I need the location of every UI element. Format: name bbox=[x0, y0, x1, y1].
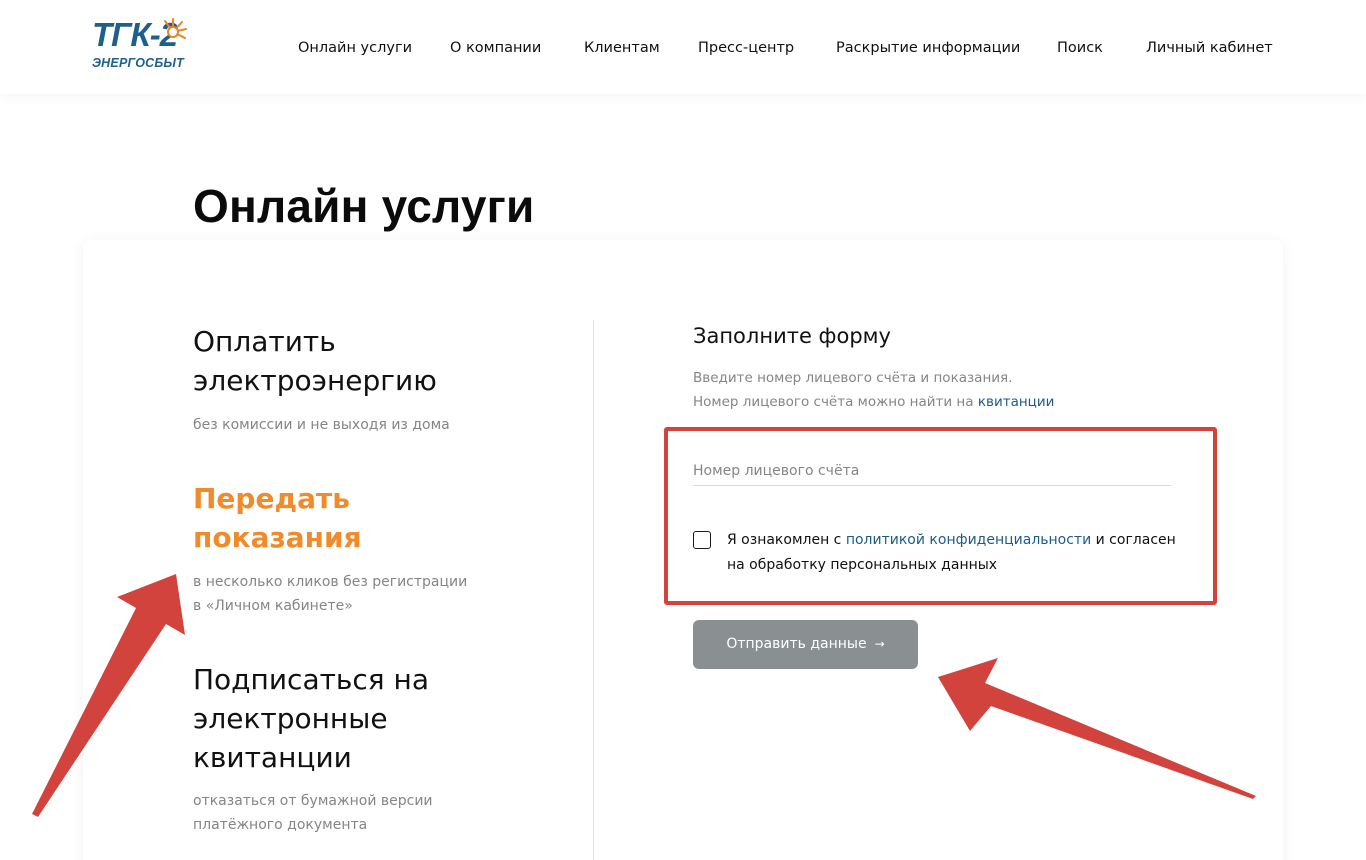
column-divider bbox=[593, 320, 594, 860]
form-description: Введите номер лицевого счёта и показания… bbox=[693, 366, 1054, 414]
service-pay-electricity[interactable]: Оплатить электроэнергию bbox=[193, 322, 437, 400]
form-desc-line: Номер лицевого счёта можно найти на квит… bbox=[693, 390, 1054, 414]
consent-prefix: Я ознакомлен с bbox=[727, 532, 846, 548]
service-title-line: электроэнергию bbox=[193, 364, 437, 397]
form-title: Заполните форму bbox=[693, 324, 891, 348]
service-subtitle-line: платёжного документа bbox=[193, 817, 368, 833]
service-subtitle-line: отказаться от бумажной версии bbox=[193, 793, 433, 809]
site-header: ТГК-2 ЭНЕРГОСБЫТ Онлайн услуги О компани… bbox=[0, 0, 1366, 94]
service-submit-readings[interactable]: Передать показания bbox=[193, 479, 362, 557]
form-desc-text: Номер лицевого счёта можно найти на bbox=[693, 394, 978, 410]
consent-checkbox[interactable] bbox=[693, 531, 711, 549]
service-subtitle-line: в несколько кликов без регистрации bbox=[193, 574, 468, 590]
service-title-line: квитанции bbox=[193, 741, 352, 774]
nav-item-personal-account[interactable]: Личный кабинет bbox=[1146, 38, 1273, 58]
service-subtitle-line: без комиссии и не выходя из дома bbox=[193, 417, 450, 433]
consent-text: Я ознакомлен с политикой конфиденциально… bbox=[727, 528, 1197, 578]
service-e-receipts-subtitle: отказаться от бумажной версии платёжного… bbox=[193, 789, 433, 837]
nav-item-search[interactable]: Поиск bbox=[1057, 38, 1103, 58]
logo-sub-text: ЭНЕРГОСБЫТ bbox=[92, 56, 184, 70]
nav-item-disclosure[interactable]: Раскрытие информации bbox=[836, 38, 1020, 58]
form-desc-line: Введите номер лицевого счёта и показания… bbox=[693, 370, 1013, 386]
service-pay-electricity-subtitle: без комиссии и не выходя из дома bbox=[193, 413, 450, 437]
service-title-line: электронные bbox=[193, 702, 388, 735]
service-title-line: показания bbox=[193, 521, 362, 554]
sun-icon bbox=[164, 18, 187, 39]
page-title: Онлайн услуги bbox=[193, 180, 535, 232]
nav-item-about[interactable]: О компании bbox=[450, 38, 541, 58]
service-title-line: Оплатить bbox=[193, 325, 336, 358]
service-subtitle-line: в «Личном кабинете» bbox=[193, 598, 353, 614]
submit-data-button[interactable]: Отправить данные → bbox=[693, 620, 918, 669]
tgk2-logo[interactable]: ТГК-2 ЭНЕРГОСБЫТ bbox=[92, 16, 196, 76]
service-title-line: Передать bbox=[193, 482, 350, 515]
service-title-line: Подписаться на bbox=[193, 663, 430, 696]
submit-label: Отправить данные bbox=[726, 636, 867, 652]
service-e-receipts[interactable]: Подписаться на электронные квитанции bbox=[193, 660, 429, 777]
privacy-policy-link[interactable]: политикой конфиденциальности bbox=[846, 532, 1091, 548]
nav-item-online-services[interactable]: Онлайн услуги bbox=[298, 38, 412, 58]
annotation-highlight-box bbox=[664, 427, 1217, 605]
account-number-input[interactable] bbox=[693, 456, 1171, 486]
nav-item-press-center[interactable]: Пресс-центр bbox=[698, 38, 794, 58]
service-submit-readings-subtitle: в несколько кликов без регистрации в «Ли… bbox=[193, 570, 467, 618]
nav-item-clients[interactable]: Клиентам bbox=[584, 38, 660, 58]
receipt-link[interactable]: квитанции bbox=[978, 394, 1055, 410]
arrow-right-icon: → bbox=[874, 637, 885, 651]
